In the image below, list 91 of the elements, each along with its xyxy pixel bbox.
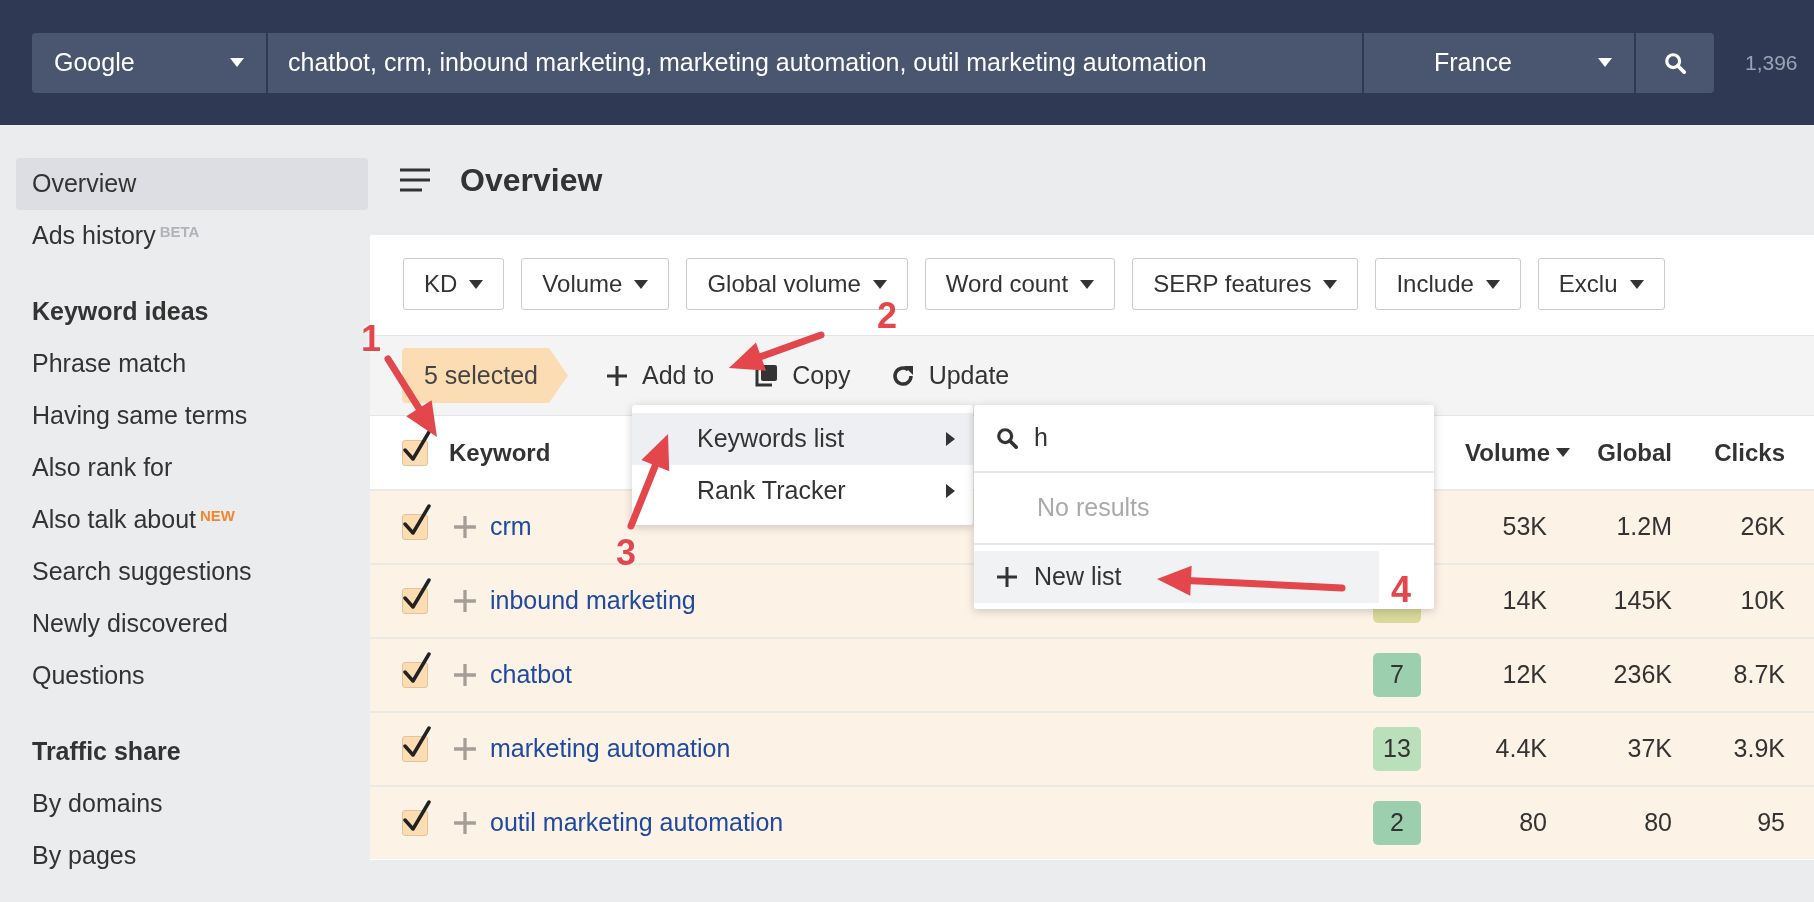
search-icon [1664,51,1686,74]
plus-icon [605,364,628,387]
copy-icon [754,363,779,388]
new-list-button[interactable]: New list [974,551,1379,603]
plus-icon [453,737,477,761]
checkbox[interactable] [402,429,432,466]
result-count: 1,396 [1745,49,1798,76]
sidebar-item[interactable]: Also talk about $^{NEW}$ [16,494,368,546]
sidebar-item[interactable]: Questions [16,650,368,702]
sort-caret-icon [1556,448,1570,457]
sidebar-item[interactable]: Newly discovered [16,598,368,650]
toolbar-button[interactable]: Add to [605,356,715,395]
table-cell-text: 14K [1501,585,1547,617]
table-cell-text: 53K [1501,511,1547,543]
keywords-field[interactable]: chatbot, crm, inbound marketing, marketing automation, outil marketing automation [266,32,1362,93]
selection-tag: 5 selected [402,348,568,403]
page-title: Overview [460,161,603,200]
filter-dropdown[interactable]: KD [403,258,505,310]
checkbox[interactable] [402,504,432,540]
caret-down-icon [872,279,887,289]
table-cell-text: 1.2M [1615,511,1672,543]
table-cell-text: 12K [1501,659,1547,691]
table-cell-text: 3.9K [1732,733,1785,765]
toolbar-button[interactable]: Update [890,356,1010,395]
sidebar-item[interactable]: Having same terms [16,390,368,442]
table-cell-text: 4.4K [1494,733,1547,765]
filter-dropdown[interactable]: SERP features [1132,258,1359,310]
toolbar-button[interactable]: Copy [754,356,851,395]
menu-item[interactable]: Rank Tracker [632,465,973,517]
checkbox[interactable] [402,578,432,614]
caret-right-icon [946,484,955,498]
checkbox[interactable] [402,726,432,762]
plus-icon [453,811,477,835]
table-cell-text: 80 [1643,807,1672,839]
annotation-number: 4 [1391,568,1412,612]
caret-down-icon [1598,58,1612,67]
filter-dropdown[interactable]: Exclu [1537,258,1665,310]
table-cell-text: 26K [1739,511,1785,543]
caret-right-icon [946,432,955,446]
sidebar-item[interactable]: By domains [16,778,368,830]
sidebar-section-title: Keyword ideas [31,296,210,328]
sidebar-item[interactable]: By pages [16,830,368,882]
column-header[interactable]: Volume [1425,434,1570,471]
filter-dropdown[interactable]: Volume [521,258,670,310]
difficulty-badge: 13 [1373,727,1421,771]
table-cell-text: 37K [1626,733,1672,765]
difficulty-badge: 7 [1373,653,1421,697]
annotation-number: 1 [361,317,382,361]
search-icon [996,427,1018,449]
table-cell-text: 10K [1739,585,1785,617]
caret-down-icon [1485,279,1500,289]
annotation-number: 3 [616,531,637,575]
tag-label: BETA [159,222,200,240]
menu-item[interactable]: Keywords list [632,413,973,465]
plus-icon [996,566,1018,588]
difficulty-badge: 2 [1373,801,1421,845]
caret-down-icon [469,279,484,289]
table-cell-text: 145K [1612,585,1672,617]
caret-down-icon [1080,279,1095,289]
keyword-link[interactable]: marketing automation [490,730,1362,768]
sidebar-item[interactable]: Overview [16,158,368,210]
country-select[interactable]: France [1362,32,1634,93]
caret-down-icon [1323,279,1338,289]
refresh-icon [890,363,915,388]
table-cell-text: 8.7K [1732,659,1785,691]
caret-down-icon [1629,279,1644,289]
checkbox[interactable] [402,652,432,688]
keyword-link[interactable]: chatbot [490,656,1362,694]
sidebar-item[interactable]: Ads history $^{BETA}$ [16,210,368,262]
keyword-link[interactable]: outil marketing automation [490,804,1362,842]
caret-down-icon [230,58,244,67]
caret-down-icon [634,279,649,289]
sidebar-item[interactable]: Search suggestions [16,546,368,598]
plus-icon [453,663,477,687]
column-header[interactable]: Clicks [1672,434,1785,471]
sidebar-section-title: Traffic share [31,736,182,768]
empty-state-text: No results [974,473,1434,545]
tag-label: NEW [200,506,235,524]
checkbox[interactable] [402,800,432,836]
filter-dropdown[interactable]: Include [1375,258,1521,310]
plus-icon [453,589,477,613]
sidebar-item[interactable]: Also rank for [16,442,368,494]
table-cell-text: 236K [1612,659,1672,691]
menu-icon[interactable] [400,168,430,192]
filter-dropdown[interactable]: Word count [924,258,1116,310]
table-cell-text: 95 [1756,807,1785,839]
engine-select[interactable]: Google [32,32,266,93]
plus-icon [453,515,477,539]
table-cell-text: 80 [1518,807,1547,839]
search-button[interactable] [1634,32,1714,93]
list-search-field[interactable]: h [1034,419,1334,457]
